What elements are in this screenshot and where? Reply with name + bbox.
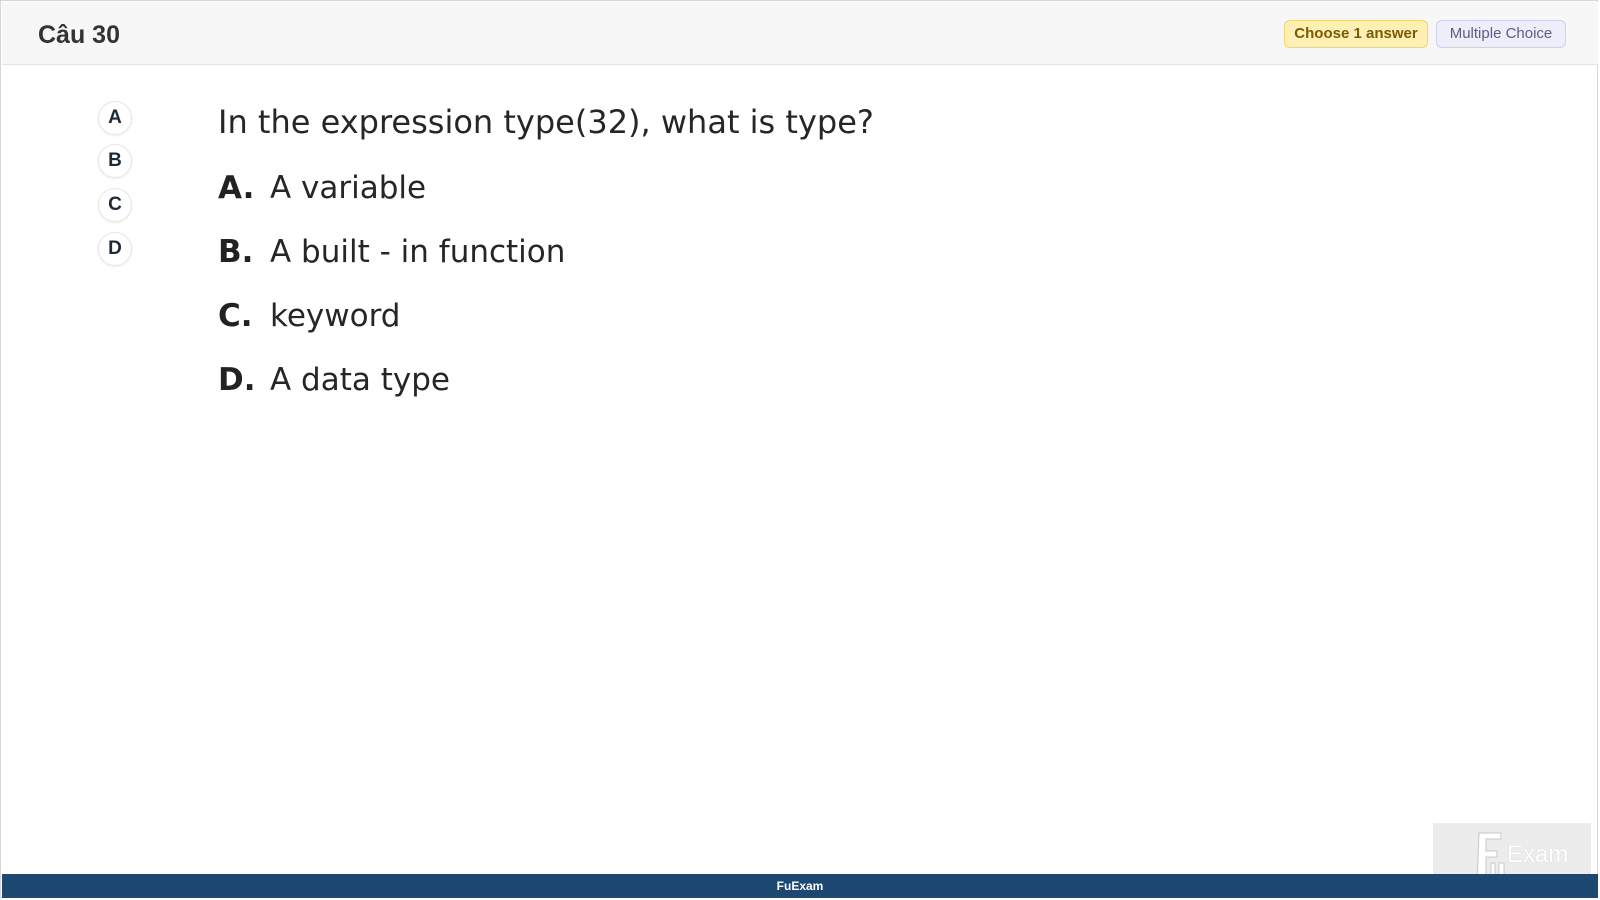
footer-bar: FuExam — [2, 874, 1598, 898]
question-header: Câu 30 Choose 1 answer Multiple Choice — [2, 2, 1598, 65]
footer-brand: FuExam — [776, 879, 824, 893]
option-d[interactable]: D. A data type — [218, 362, 450, 402]
option-letter: B. — [218, 234, 254, 270]
option-a[interactable]: A. A variable — [218, 170, 426, 210]
option-text: A data type — [270, 362, 450, 398]
option-letter: D. — [218, 362, 256, 398]
watermark-text: Exam — [1507, 841, 1569, 868]
question-type-badge: Multiple Choice — [1436, 20, 1566, 48]
pick-answer-c-button[interactable]: C — [98, 188, 132, 222]
option-b[interactable]: B. A built - in function — [218, 234, 565, 274]
question-text: In the expression type(32), what is type… — [218, 103, 874, 141]
question-number: Câu 30 — [38, 21, 120, 49]
option-text: A variable — [270, 170, 427, 206]
option-letter: A. — [218, 170, 255, 206]
choose-count-badge: Choose 1 answer — [1284, 20, 1428, 48]
pick-answer-d-button[interactable]: D — [98, 232, 132, 266]
option-letter: C. — [218, 298, 253, 334]
pick-answer-a-button[interactable]: A — [98, 101, 132, 135]
option-c[interactable]: C. keyword — [218, 298, 400, 338]
option-text: keyword — [270, 298, 401, 334]
question-card: Câu 30 Choose 1 answer Multiple Choice A… — [0, 0, 1598, 898]
pick-answer-b-button[interactable]: B — [98, 144, 132, 178]
option-text: A built - in function — [270, 234, 566, 270]
